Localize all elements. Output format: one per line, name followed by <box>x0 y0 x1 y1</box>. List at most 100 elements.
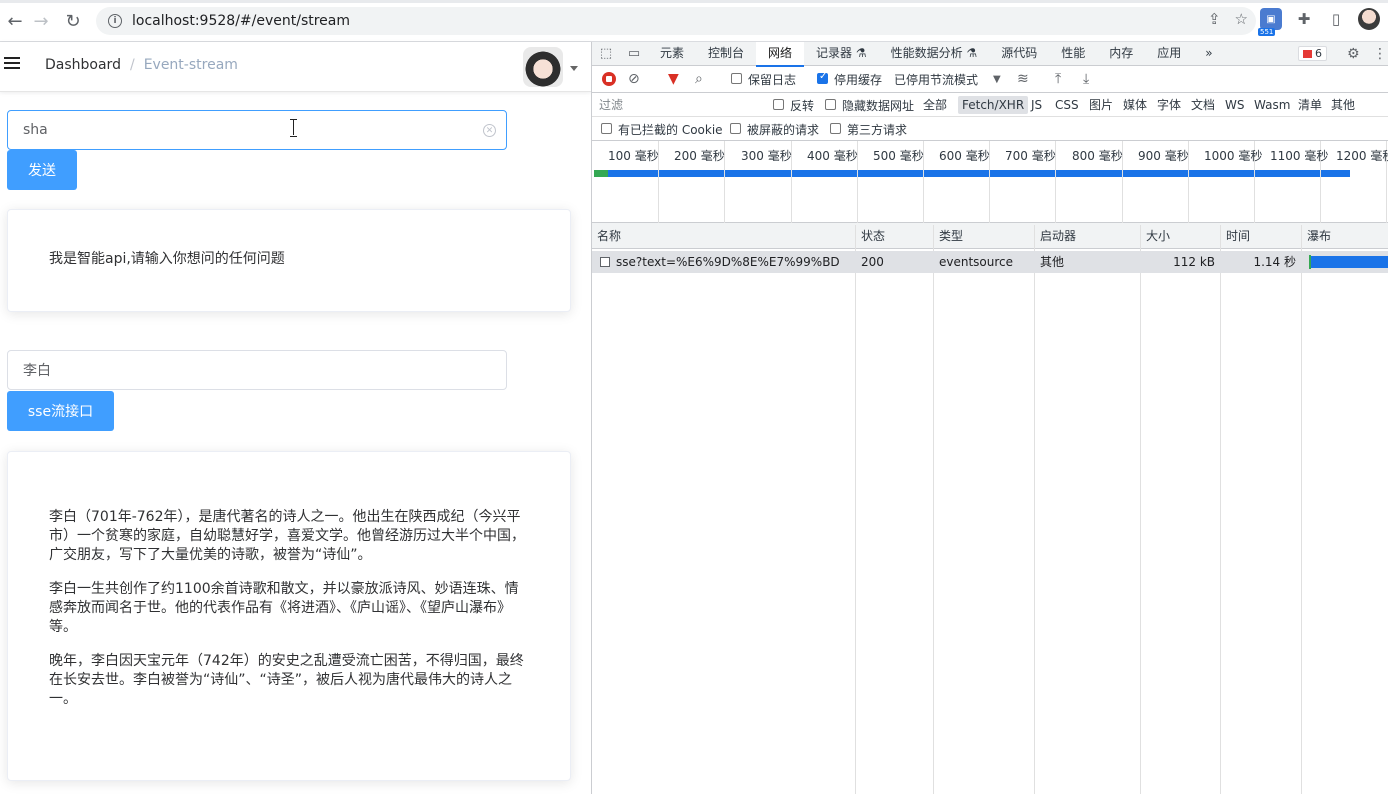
timeline-tick-label: 800 毫秒 <box>1072 149 1123 163</box>
share-icon[interactable]: ⇪ <box>1208 10 1221 28</box>
column-time[interactable]: 时间 <box>1221 223 1250 249</box>
error-count: 6 <box>1315 47 1322 60</box>
extensions-puzzle-icon[interactable]: ✚ <box>1294 9 1314 29</box>
app-navbar: Dashboard / Event-stream <box>0 42 591 92</box>
tab-sources[interactable]: 源代码 <box>989 42 1049 66</box>
bookmark-star-icon[interactable]: ☆ <box>1235 10 1248 28</box>
column-divider <box>1301 225 1302 794</box>
blocked-requests-checkbox[interactable] <box>730 123 741 134</box>
filter-type-fetch-xhr[interactable]: Fetch/XHR <box>958 96 1029 114</box>
filter-type-media[interactable]: 媒体 <box>1119 96 1151 114</box>
chat-reply-card: 我是智能api,请输入你想问的任何问题 <box>7 209 571 312</box>
clear-log-icon[interactable]: ⊘ <box>628 71 640 87</box>
tab-memory[interactable]: 内存 <box>1097 42 1145 66</box>
forward-icon[interactable]: → <box>26 6 56 36</box>
tab-recorder[interactable]: 记录器 ⚗ <box>804 42 879 66</box>
filter-input[interactable]: 过滤 <box>596 96 760 114</box>
search-icon[interactable]: ⌕ <box>695 71 703 87</box>
network-toolbar: ⊘ ▼ ⌕ 保留日志 停用缓存 已停用节流模式 ▼ ≋ ⤒ ⤓ <box>592 66 1388 93</box>
extension-badge: 551 <box>1258 28 1276 36</box>
throttle-select[interactable]: 已停用节流模式 <box>894 71 978 88</box>
column-name[interactable]: 名称 <box>592 223 621 249</box>
network-conditions-icon[interactable]: ≋ <box>1017 71 1029 87</box>
filter-icon[interactable]: ▼ <box>668 71 679 87</box>
request-type-icon <box>600 257 610 267</box>
tab-console[interactable]: 控制台 <box>696 42 756 66</box>
blocked-cookies-checkbox[interactable] <box>601 123 612 134</box>
more-options-icon[interactable]: ⋮ <box>1373 46 1387 62</box>
chat-reply-text: 我是智能api,请输入你想问的任何问题 <box>49 251 285 267</box>
hamburger-icon[interactable] <box>4 57 20 71</box>
timeline-tick-label: 400 毫秒 <box>807 149 858 163</box>
tab-performance-insights[interactable]: 性能数据分析 ⚗ <box>879 42 990 66</box>
waterfall-bar <box>1311 256 1388 268</box>
send-button[interactable]: 发送 <box>7 150 77 190</box>
filter-bar: 过滤 反转 隐藏数据网址 全部 Fetch/XHR JS CSS 图片 媒体 字… <box>592 93 1388 117</box>
side-panel-icon[interactable]: ▯ <box>1326 9 1346 29</box>
column-size[interactable]: 大小 <box>1141 223 1170 249</box>
timeline-tick-label: 300 毫秒 <box>741 149 792 163</box>
request-initiator: 其他 <box>1040 255 1065 269</box>
request-table-header: 名称 状态 类型 启动器 大小 时间 瀑布 <box>592 223 1388 249</box>
hide-data-urls-label: 隐藏数据网址 <box>842 99 915 113</box>
text-cursor-icon <box>290 119 298 137</box>
filter-type-js[interactable]: JS <box>1027 96 1046 114</box>
column-waterfall[interactable]: 瀑布 <box>1302 223 1331 249</box>
disable-cache-checkbox[interactable] <box>817 71 828 84</box>
sse-reply-paragraph-3: 晚年，李白因天宝元年（742年）的安史之乱遭受流亡困苦，不得归国，最终在长安去世… <box>49 653 524 707</box>
sse-input-value: 李白 <box>23 363 51 379</box>
site-info-icon[interactable]: i <box>108 14 122 28</box>
inspect-element-icon[interactable]: ⬚ <box>592 42 620 66</box>
reload-icon[interactable]: ↻ <box>58 6 88 36</box>
settings-gear-icon[interactable]: ⚙ <box>1347 46 1360 62</box>
devtools-panel: ⬚ ▭ 元素 控制台 网络 记录器 ⚗ 性能数据分析 ⚗ 源代码 性能 内存 应… <box>591 41 1388 794</box>
sse-reply-card: 李白（701年-762年），是唐代著名的诗人之一。他出生在陕西成纪（今兴平市）一… <box>7 451 571 781</box>
timeline-tick-label: 1200 毫秒 <box>1336 149 1388 163</box>
throttle-dropdown-icon[interactable]: ▼ <box>993 74 1001 85</box>
column-type[interactable]: 类型 <box>934 223 963 249</box>
chat-input[interactable]: sha ✕ <box>7 110 507 150</box>
filter-bar-2: 有已拦截的 Cookie 被屏蔽的请求 第三方请求 <box>592 117 1388 141</box>
third-party-checkbox[interactable] <box>830 123 841 134</box>
clear-icon[interactable]: ✕ <box>483 124 496 137</box>
column-initiator[interactable]: 启动器 <box>1035 223 1076 249</box>
error-count-badge[interactable]: 6 <box>1298 46 1327 61</box>
timeline-tick-label: 500 毫秒 <box>873 149 924 163</box>
filter-type-wasm[interactable]: Wasm <box>1250 96 1294 114</box>
filter-type-font[interactable]: 字体 <box>1153 96 1185 114</box>
filter-type-all[interactable]: 全部 <box>919 96 951 114</box>
error-icon <box>1303 49 1312 58</box>
invert-checkbox[interactable] <box>773 99 784 110</box>
user-avatar[interactable] <box>523 47 563 87</box>
extension-icon[interactable]: ▣ 551 <box>1258 8 1282 36</box>
filter-type-css[interactable]: CSS <box>1051 96 1083 114</box>
hide-data-urls-checkbox[interactable] <box>825 99 836 110</box>
filter-type-other[interactable]: 其他 <box>1327 96 1359 114</box>
device-toolbar-icon[interactable]: ▭ <box>620 42 648 66</box>
profile-avatar[interactable] <box>1358 8 1380 30</box>
import-har-icon[interactable]: ⤒ <box>1055 71 1061 87</box>
tab-network[interactable]: 网络 <box>756 41 805 67</box>
tab-elements[interactable]: 元素 <box>648 42 696 66</box>
filter-type-doc[interactable]: 文档 <box>1187 96 1219 114</box>
preserve-log-checkbox[interactable] <box>731 73 742 84</box>
export-har-icon[interactable]: ⤓ <box>1083 71 1089 87</box>
breadcrumb-dashboard[interactable]: Dashboard <box>45 57 121 73</box>
filter-type-img[interactable]: 图片 <box>1085 96 1117 114</box>
timeline-overview[interactable]: 100 毫秒 200 毫秒 300 毫秒 400 毫秒 500 毫秒 600 毫秒 700 … <box>592 141 1388 223</box>
column-status[interactable]: 状态 <box>856 223 885 249</box>
record-stop-icon[interactable] <box>602 72 616 86</box>
tab-performance[interactable]: 性能 <box>1049 42 1097 66</box>
filter-type-ws[interactable]: WS <box>1221 96 1248 114</box>
tab-application[interactable]: 应用 <box>1145 42 1193 66</box>
filter-type-manifest[interactable]: 清单 <box>1294 96 1326 114</box>
disable-cache-label: 停用缓存 <box>834 73 883 87</box>
sse-reply-paragraph-2: 李白一生共创作了约1100余首诗歌和散文，并以豪放派诗风、妙语连珠、情感奔放而闻… <box>49 581 519 635</box>
timeline-tick-label: 900 毫秒 <box>1138 149 1189 163</box>
address-bar[interactable]: i localhost:9528/#/event/stream <box>96 7 1256 35</box>
table-row[interactable]: sse?text=%E6%9D%8E%E7%99%BD 200 eventsou… <box>592 251 1388 273</box>
caret-down-icon[interactable] <box>570 66 578 71</box>
sse-button[interactable]: sse流接口 <box>7 391 114 431</box>
sse-input[interactable]: 李白 <box>7 350 507 390</box>
more-tabs-icon[interactable]: » <box>1193 42 1224 66</box>
